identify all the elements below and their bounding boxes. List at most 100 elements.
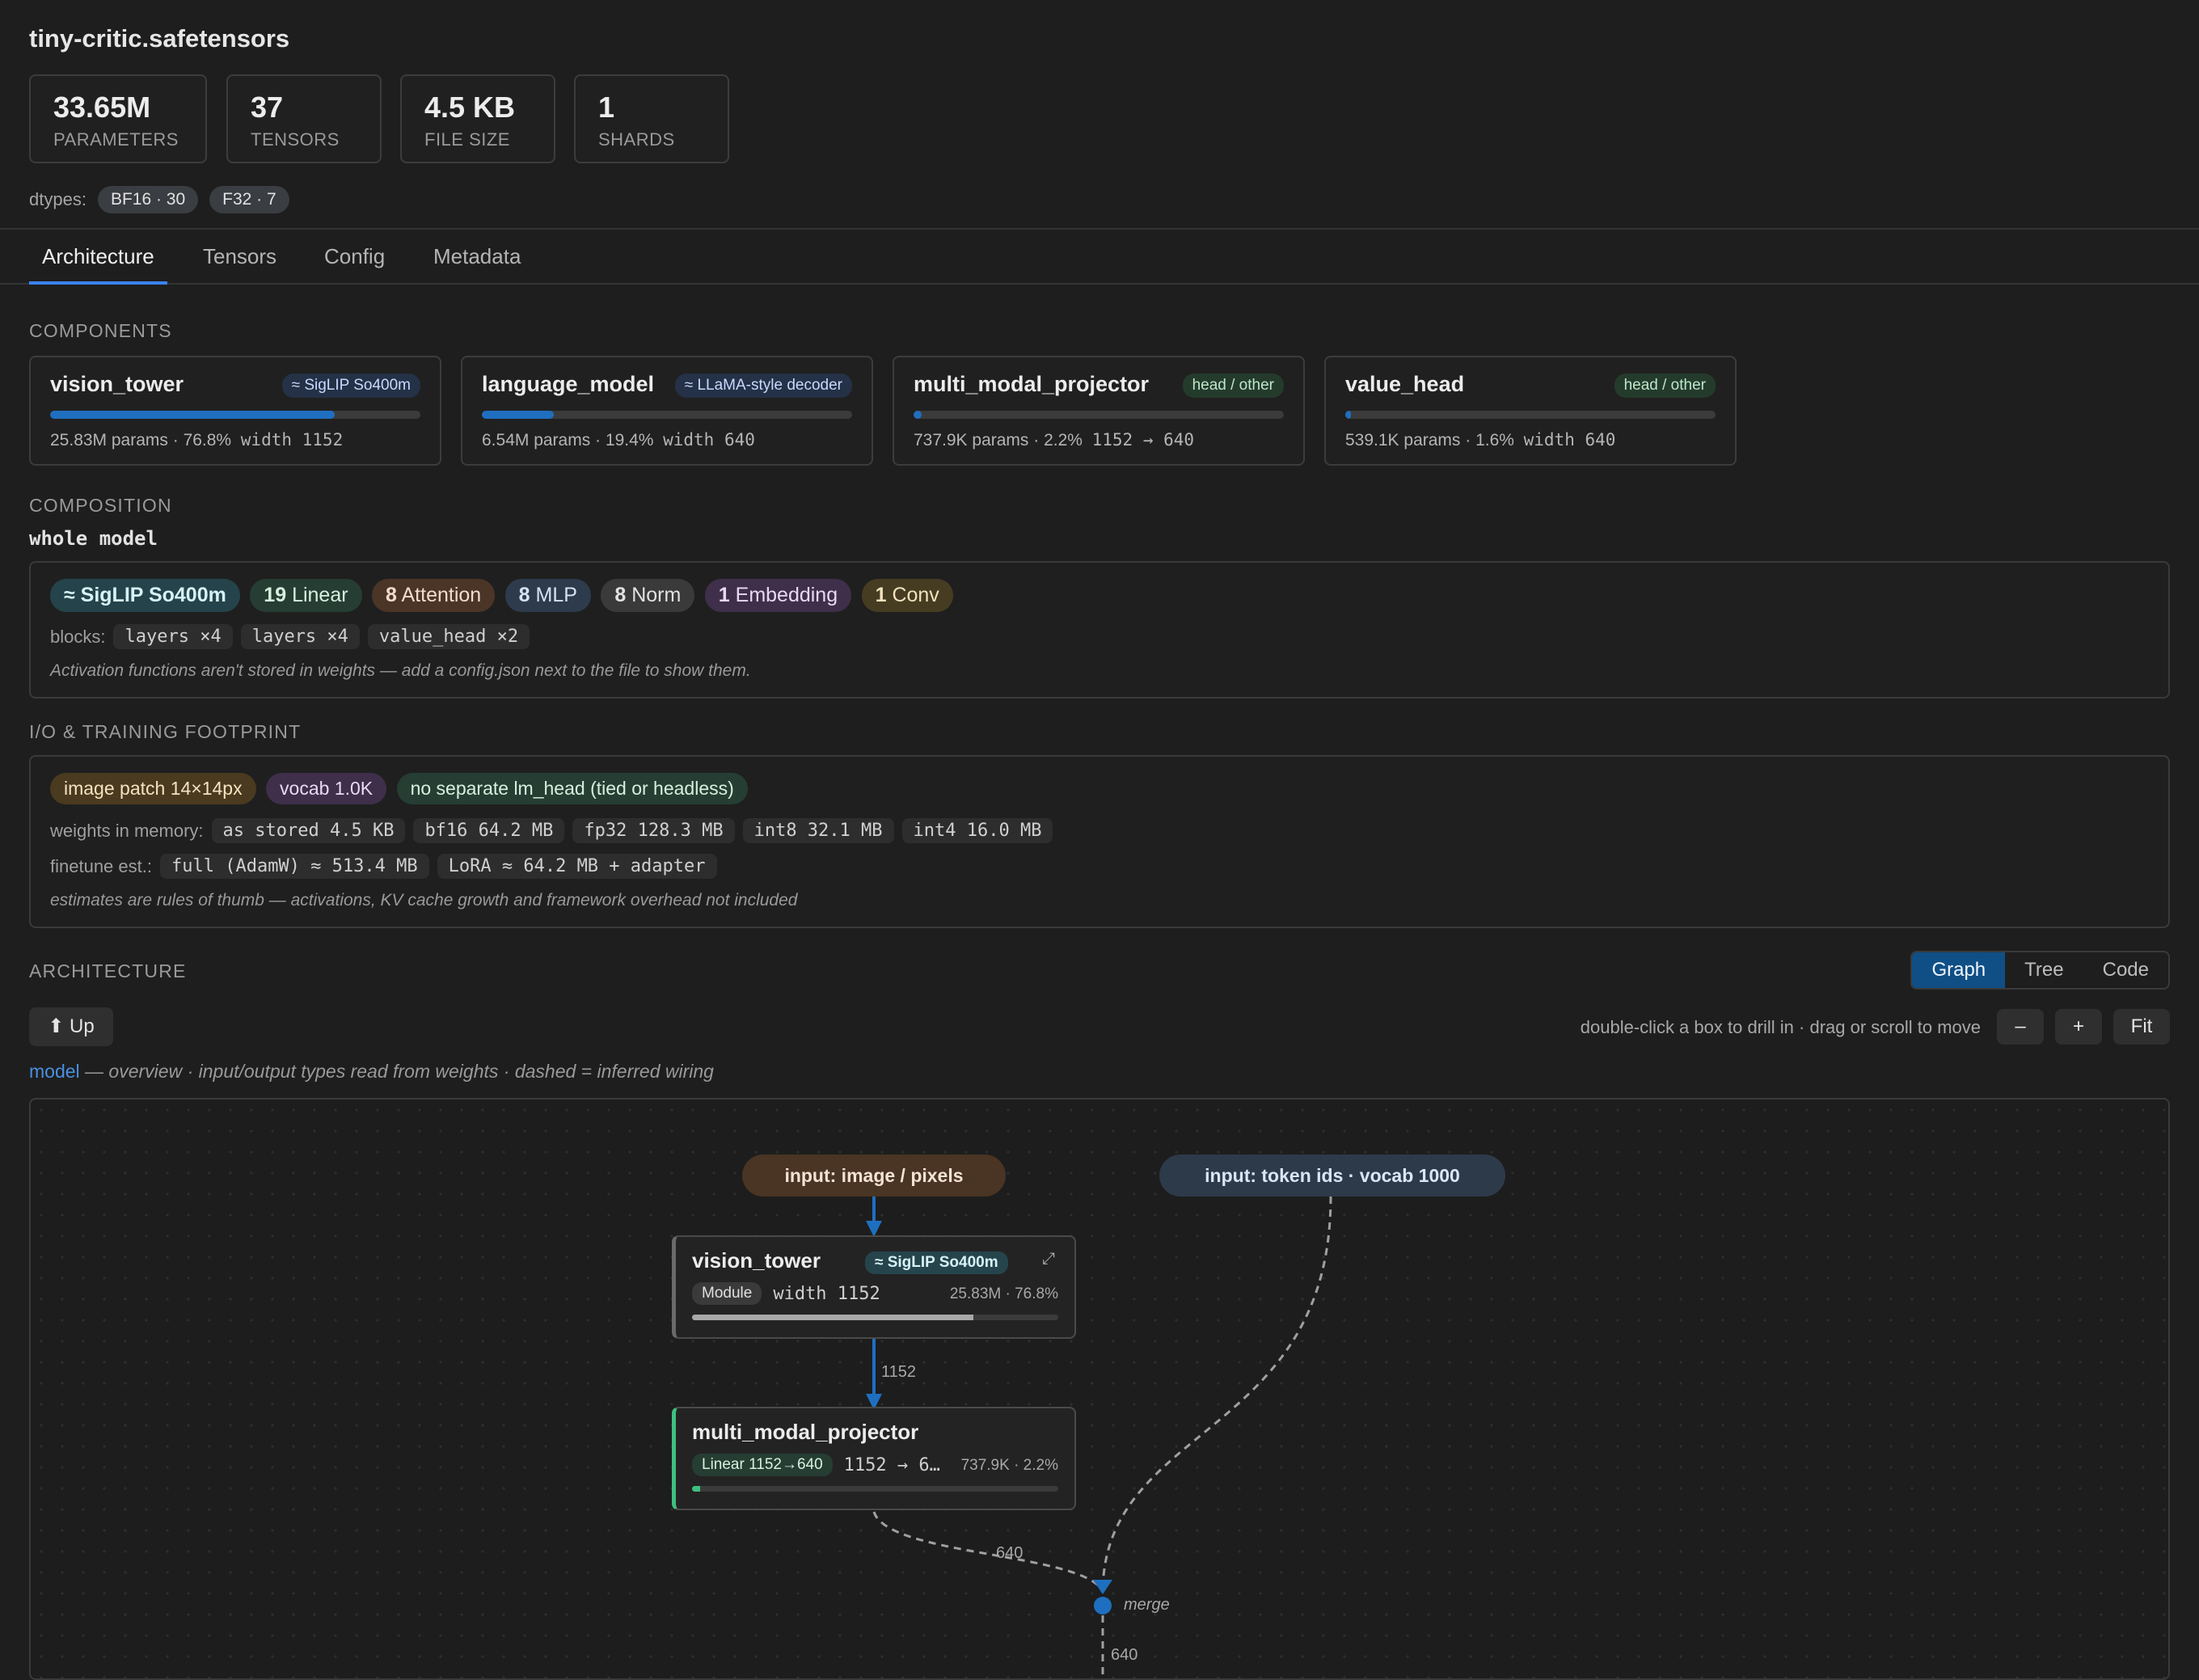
activation-note: Activation functions aren't stored in we… [50, 661, 751, 680]
memory-chip: bf16 64.2 MB [413, 818, 565, 843]
node-share-bar [692, 1315, 1058, 1320]
edge-projector-to-merge [872, 1511, 1104, 1592]
stat-shards: 1 SHARDS [574, 74, 729, 163]
stat-label: PARAMETERS [53, 129, 179, 150]
tab-metadata[interactable]: Metadata [420, 230, 534, 283]
tab-architecture[interactable]: Architecture [29, 230, 167, 285]
chip-image-patch: image patch 14×14px [50, 773, 256, 804]
memory-row: weights in memory: as stored 4.5 KB bf16… [50, 818, 1053, 843]
stat-label: TENSORS [251, 129, 340, 150]
memory-label: weights in memory: [50, 820, 204, 841]
edge-label-1152: 1152 [881, 1363, 917, 1381]
io-chips: image patch 14×14px vocab 1.0K no separa… [50, 773, 754, 804]
component-card-multi-modal-projector[interactable]: multi_modal_projector head / other 737.9… [893, 356, 1305, 466]
param-share-bar [1345, 411, 1716, 419]
fit-button[interactable]: Fit [2113, 1009, 2170, 1045]
zoom-out-button[interactable]: – [1997, 1009, 2044, 1045]
breadcrumb-model-link[interactable]: model [29, 1061, 80, 1082]
component-card-value-head[interactable]: value_head head / other 539.1K params · … [1324, 356, 1737, 466]
up-button[interactable]: ⬆ Up [29, 1007, 113, 1046]
graph-hint: double-click a box to drill in · drag or… [1580, 1017, 1981, 1037]
tab-config[interactable]: Config [311, 230, 398, 283]
view-switcher: Graph Tree Code [1910, 951, 2170, 990]
breadcrumb-note: — overview · input/output types read fro… [85, 1061, 714, 1082]
component-badge: ≈ SigLIP So400m [281, 374, 420, 398]
io-panel: image patch 14×14px vocab 1.0K no separa… [29, 755, 2170, 928]
chip-norm: 8 Norm [601, 579, 695, 612]
node-detail: 1152 → 6… [843, 1454, 940, 1475]
chip-conv: 1 Conv [861, 579, 953, 612]
tab-bar: Architecture Tensors Config Metadata [0, 228, 2199, 285]
graph-edges [866, 1196, 1332, 1678]
node-badge: ≈ SigLIP So400m [865, 1252, 1008, 1274]
node-meta: Module width 1152 [692, 1282, 880, 1305]
graph-canvas[interactable]: input: image / pixels input: token ids ·… [29, 1098, 2170, 1680]
node-params: 737.9K · 2.2% [960, 1457, 1058, 1474]
tab-tensors[interactable]: Tensors [190, 230, 289, 283]
zoom-in-button[interactable]: + [2055, 1009, 2102, 1045]
chip-vocab: vocab 1.0K [266, 773, 387, 804]
edge-label-640-out: 640 [1111, 1646, 1138, 1664]
component-stats: 539.1K params · 1.6% width 640 [1345, 430, 1616, 450]
stat-value: 4.5 KB [424, 91, 516, 124]
finetune-chip: full (AdamW) ≈ 513.4 MB [159, 854, 429, 879]
input-image-node[interactable]: input: image / pixels [742, 1154, 1006, 1197]
composition-heading: COMPOSITION [29, 495, 172, 516]
merge-node [1094, 1597, 1112, 1615]
chip-family: ≈ SigLIP So400m [50, 579, 240, 612]
expand-icon[interactable]: ⤢ [1042, 1250, 1055, 1268]
chip-linear: 19 Linear [250, 579, 362, 612]
view-code-button[interactable]: Code [2083, 952, 2168, 988]
io-heading: I/O & TRAINING FOOTPRINT [29, 721, 302, 742]
finetune-label: finetune est.: [50, 855, 152, 876]
composition-scope: whole model [29, 527, 158, 550]
input-token-node[interactable]: input: token ids · vocab 1000 [1159, 1154, 1505, 1197]
component-stats: 737.9K params · 2.2% 1152 → 640 [914, 430, 1195, 450]
block-chip: layers ×4 [113, 624, 233, 649]
file-title: tiny-critic.safetensors [29, 24, 290, 53]
stat-tensors: 37 TENSORS [226, 74, 382, 163]
graph-node-vision-tower[interactable]: vision_tower ≈ SigLIP So400m ⤢ Module wi… [672, 1235, 1076, 1339]
component-stats: 6.54M params · 19.4% width 640 [482, 430, 755, 450]
composition-chips: ≈ SigLIP So400m 19 Linear 8 Attention 8 … [50, 579, 960, 612]
finetune-chip: LoRA ≈ 64.2 MB + adapter [437, 854, 717, 879]
dtype-badge: F32 · 7 [209, 186, 289, 213]
edge-tokens-to-merge [1101, 1196, 1332, 1592]
param-share-bar [914, 411, 1284, 419]
view-graph-button[interactable]: Graph [1912, 952, 2006, 988]
param-share-bar [482, 411, 852, 419]
chip-mlp: 8 MLP [504, 579, 591, 612]
stat-label: FILE SIZE [424, 129, 510, 150]
node-name: multi_modal_projector [692, 1420, 919, 1444]
node-type: Linear 1152→640 [692, 1454, 833, 1476]
node-name: vision_tower [692, 1248, 821, 1273]
chip-lm-head: no separate lm_head (tied or headless) [396, 773, 748, 804]
finetune-row: finetune est.: full (AdamW) ≈ 513.4 MB L… [50, 854, 717, 879]
component-card-vision-tower[interactable]: vision_tower ≈ SigLIP So400m 25.83M para… [29, 356, 441, 466]
components-heading: COMPONENTS [29, 320, 172, 341]
param-share-bar [50, 411, 420, 419]
memory-chip: as stored 4.5 KB [211, 818, 406, 843]
graph-breadcrumb: model — overview · input/output types re… [29, 1061, 714, 1083]
dtypes-label: dtypes: [29, 189, 87, 209]
component-card-language-model[interactable]: language_model ≈ LLaMA-style decoder 6.5… [461, 356, 873, 466]
component-badge: head / other [1182, 374, 1284, 398]
chip-embedding: 1 Embedding [704, 579, 852, 612]
view-tree-button[interactable]: Tree [2005, 952, 2083, 988]
graph-node-multi-modal-projector[interactable]: multi_modal_projector Linear 1152→640 11… [672, 1407, 1076, 1510]
estimates-note: estimates are rules of thumb — activatio… [50, 891, 798, 910]
stat-label: SHARDS [598, 129, 675, 150]
node-meta: Linear 1152→640 1152 → 6… [692, 1454, 940, 1476]
chip-attention: 8 Attention [372, 579, 496, 612]
node-params: 25.83M · 76.8% [949, 1285, 1058, 1302]
component-badge: ≈ LLaMA-style decoder [674, 374, 852, 398]
block-chip: layers ×4 [240, 624, 360, 649]
merge-label: merge [1124, 1596, 1170, 1614]
node-detail: width 1152 [773, 1283, 880, 1304]
stat-value: 37 [251, 91, 284, 124]
composition-panel: ≈ SigLIP So400m 19 Linear 8 Attention 8 … [29, 561, 2170, 699]
dtype-badge: BF16 · 30 [97, 186, 199, 213]
node-share-bar [692, 1486, 1058, 1492]
memory-chip: fp32 128.3 MB [572, 818, 735, 843]
memory-chip: int8 32.1 MB [742, 818, 894, 843]
